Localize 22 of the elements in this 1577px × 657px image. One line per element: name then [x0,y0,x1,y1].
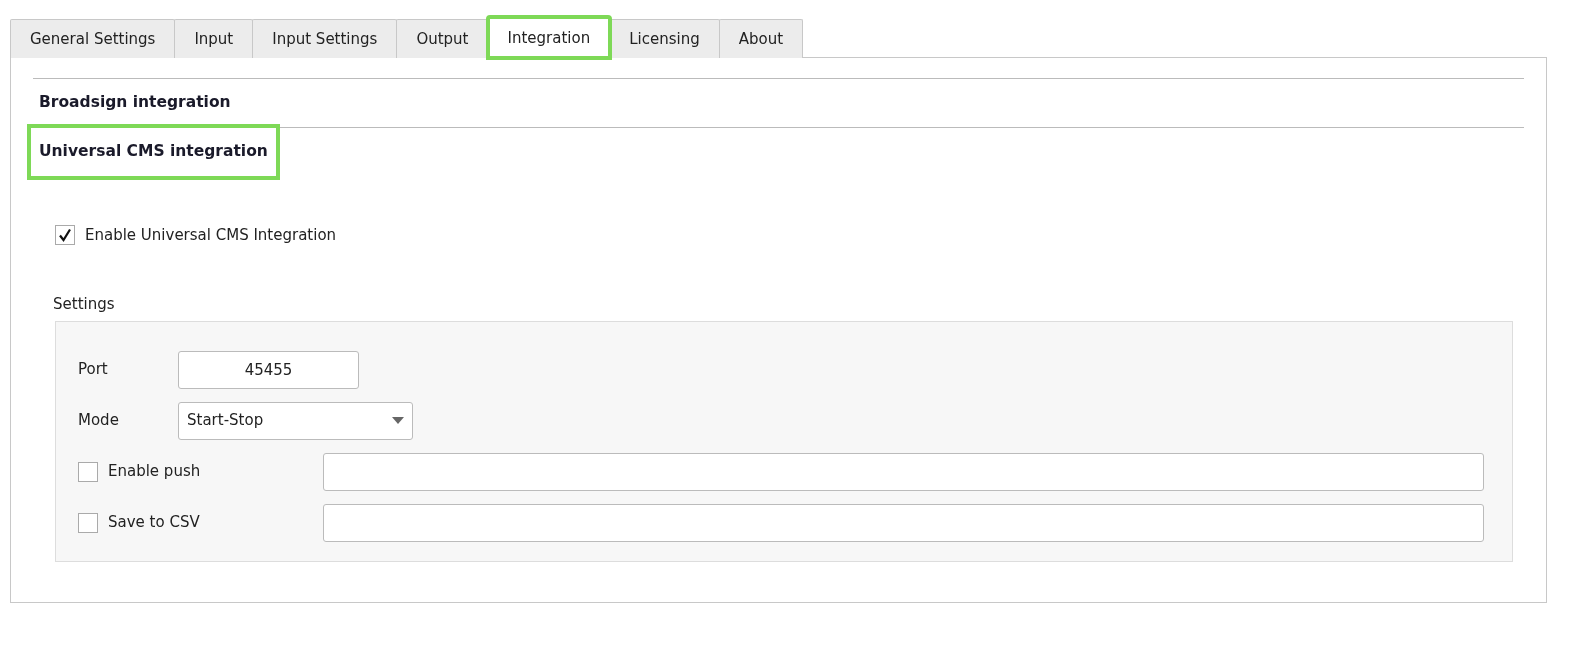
group-title: Settings [53,293,116,315]
section-heading: Broadsign integration [38,92,232,114]
tab[interactable]: Licensing [609,19,720,58]
checkbox-label: Save to CSV [108,512,200,534]
checkbox[interactable] [55,225,75,246]
text-field[interactable] [323,503,1484,542]
caret-icon [392,417,404,424]
checkbox-label: Enable push [108,461,201,483]
tab[interactable]: Output [396,19,489,58]
tab[interactable]: Input [174,19,254,58]
checkbox[interactable] [78,461,98,482]
tab[interactable]: Input Settings [252,19,398,58]
tab[interactable]: About [718,19,804,58]
text-field[interactable] [323,452,1484,491]
checkbox-label: Enable Universal CMS Integration [85,225,337,246]
tab[interactable]: Integration [487,17,611,58]
tab[interactable]: General Settings [10,19,176,58]
field-label: Port [78,359,109,381]
checkbox[interactable] [78,512,98,533]
field-label: Mode [78,410,120,432]
mode-dropdown[interactable]: Start-Stop [178,401,413,440]
port-field[interactable]: 45455 [178,350,359,389]
